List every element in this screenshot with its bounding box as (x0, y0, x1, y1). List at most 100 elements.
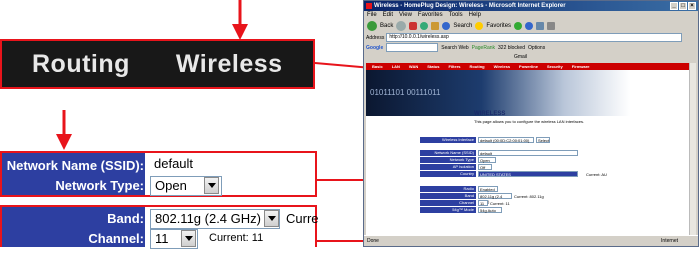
mode-select[interactable]: 54g Auto (478, 207, 502, 213)
home-icon[interactable] (431, 22, 440, 30)
browser-window: Wireless - HomePlug Design: Wireless - M… (363, 0, 699, 247)
google-toolbar: Google Search Web PageRank 322 blocked O… (364, 42, 698, 53)
browser-toolbar: Back Search Favorites (364, 19, 698, 33)
gmail-link[interactable]: Gmail (514, 54, 527, 60)
favorites-icon[interactable] (475, 22, 484, 30)
band-select[interactable]: 802.11g (2.4 GHz) (150, 209, 280, 229)
network-name-input[interactable]: default (150, 155, 312, 175)
vertical-scrollbar[interactable] (689, 63, 696, 236)
nav-lan[interactable]: LAN (392, 63, 400, 70)
nav-filters[interactable]: Filters (449, 63, 461, 70)
status-bar: Done Internet (364, 235, 698, 246)
gmail-bar: Gmail (364, 53, 698, 61)
google-search-input[interactable] (386, 43, 439, 52)
pagerank-label: PageRank (471, 44, 496, 51)
forward-icon[interactable] (396, 21, 407, 31)
select-button[interactable]: Select (536, 137, 550, 143)
row-country: Country UNITED STATES Current: AU (420, 171, 607, 177)
band-current-small: Current: 802.11g (514, 193, 544, 199)
menu-favorites[interactable]: Favorites (418, 11, 443, 19)
status-done: Done (367, 238, 379, 244)
address-bar: Address http://10.0.0.1/wireless.asp (364, 33, 698, 42)
band-select-small[interactable]: 802.11g (2.4 GHz) (478, 193, 512, 204)
browser-title: Wireless - HomePlug Design: Wireless - M… (374, 3, 566, 9)
banner-binary: 01011101 00111011 (370, 88, 441, 97)
page-banner: 01011101 00111011 (366, 70, 696, 116)
ap-isolation-label: AP Isolation (420, 164, 476, 170)
search-label[interactable]: Search (453, 23, 472, 29)
network-type-dropdown-icon[interactable] (204, 177, 219, 194)
nav-wireless-small[interactable]: Wireless (494, 63, 510, 70)
close-button[interactable]: × (688, 2, 696, 10)
channel-label: Channel: (88, 231, 144, 246)
band-current-text: Curre (286, 211, 319, 226)
nav-routing-small[interactable]: Routing (470, 63, 485, 70)
back-label[interactable]: Back (380, 23, 393, 29)
menu-view[interactable]: View (399, 11, 412, 19)
search-web-button[interactable]: Search Web (441, 45, 468, 51)
page-heading: WIRELESS (474, 111, 506, 117)
print-icon[interactable] (547, 22, 556, 30)
search-icon[interactable] (442, 22, 451, 30)
refresh-icon[interactable] (420, 22, 429, 30)
mail-icon[interactable] (536, 22, 545, 30)
band-label: Band: (107, 211, 144, 226)
menu-tools[interactable]: Tools (449, 11, 463, 19)
nav-security[interactable]: Security (547, 63, 563, 70)
favorites-label[interactable]: Favorites (486, 23, 511, 29)
right-arrow-channel (22, 256, 32, 266)
google-logo: Google (366, 44, 384, 51)
channel-select-small[interactable]: 11 (478, 200, 488, 206)
blocked-label[interactable]: 322 blocked (498, 45, 525, 51)
nav-powerline[interactable]: Powerline (519, 63, 538, 70)
media-icon[interactable] (514, 22, 523, 30)
mode-label: 54g™ Mode (420, 207, 476, 213)
type-label-small: Network Type (420, 157, 476, 163)
stop-icon[interactable] (409, 22, 418, 30)
row-band: Band 802.11g (2.4 GHz) Current: 802.11g (420, 193, 544, 204)
band-label-small: Band (420, 193, 476, 199)
ssid-callout: Network Name (SSID): default Network Typ… (0, 151, 317, 197)
type-select-small[interactable]: Open (478, 157, 496, 163)
minimize-button[interactable]: _ (670, 2, 678, 10)
ie-icon (366, 3, 372, 9)
wireless-interface-select[interactable]: default (00:0D:C2:00:01:00) (478, 137, 534, 143)
channel-label-small: Channel (420, 200, 476, 206)
nav-status[interactable]: Status (427, 63, 439, 70)
ssid-label-small: Network Name (SSID) (420, 150, 476, 156)
radio-label: Radio (420, 186, 476, 192)
band-dropdown-icon[interactable] (264, 210, 279, 227)
browser-titlebar: Wireless - HomePlug Design: Wireless - M… (364, 1, 698, 11)
history-icon[interactable] (525, 22, 534, 30)
maximize-button[interactable]: □ (679, 2, 687, 10)
nav-basic[interactable]: Basic (372, 63, 383, 70)
address-label: Address (366, 34, 385, 41)
page-content: Basic LAN WAN Status Filters Routing Wir… (366, 63, 696, 236)
options-button[interactable]: Options (528, 45, 545, 51)
row-type: Network Type Open (420, 157, 496, 163)
menu-help[interactable]: Help (469, 11, 481, 19)
network-type-label: Network Type: (55, 178, 144, 193)
ap-isolation-select[interactable]: Off (478, 164, 492, 170)
status-zone: Internet (661, 238, 678, 244)
menu-file[interactable]: File (367, 11, 377, 19)
country-label: Country (420, 171, 476, 177)
address-input[interactable]: http://10.0.0.1/wireless.asp (386, 33, 682, 42)
row-wireless-interface: Wireless Interface default (00:0D:C2:00:… (420, 137, 550, 143)
band-callout: Band: 802.11g (2.4 GHz) Curre Channel: 1… (0, 205, 319, 249)
row-ssid: Network Name (SSID) default (420, 150, 578, 156)
radio-select[interactable]: Enabled (478, 186, 498, 192)
back-icon[interactable] (367, 21, 377, 31)
channel-current-small: Current: 11 (490, 200, 510, 206)
row-radio: Radio Enabled (420, 186, 498, 192)
row-ap-isolation: AP Isolation Off (420, 164, 492, 170)
ssid-input-small[interactable]: default (478, 150, 578, 156)
menu-edit[interactable]: Edit (383, 11, 393, 19)
channel-dropdown-icon[interactable] (181, 230, 196, 247)
browser-menubar: File Edit View Favorites Tools Help (364, 11, 698, 19)
country-current: Current: AU (586, 171, 607, 177)
row-mode: 54g™ Mode 54g Auto (420, 207, 502, 213)
nav-firmware[interactable]: Firmware (572, 63, 590, 70)
nav-wan[interactable]: WAN (409, 63, 418, 70)
country-select[interactable]: UNITED STATES (478, 171, 578, 177)
